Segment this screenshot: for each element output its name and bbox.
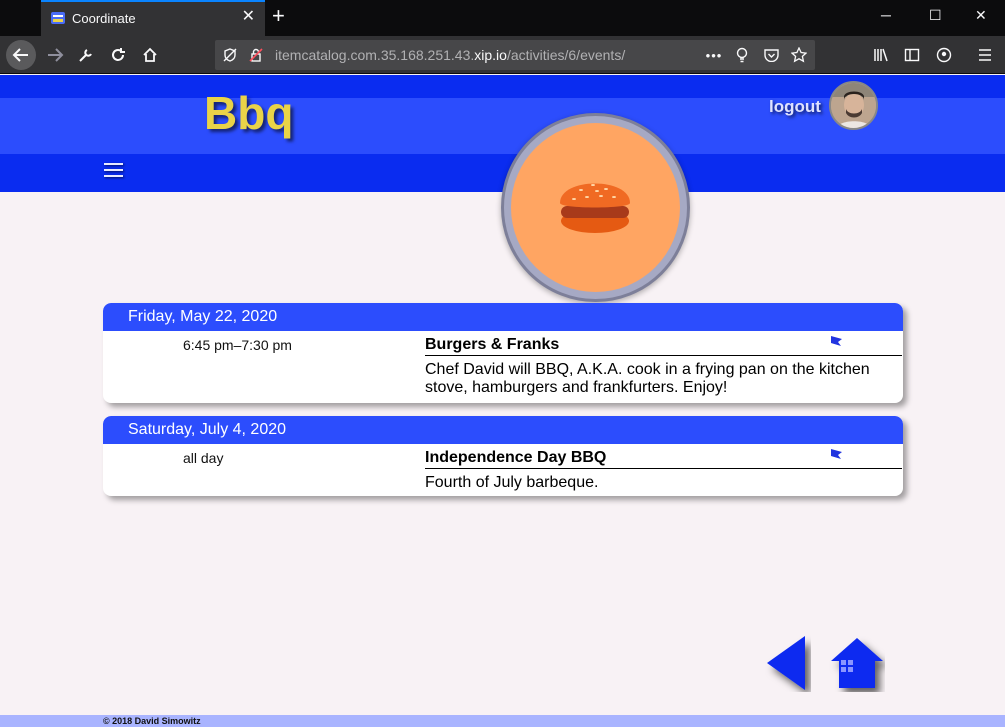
hamburger-menu-icon bbox=[979, 49, 991, 61]
pocket-icon[interactable] bbox=[762, 46, 780, 64]
reload-icon bbox=[112, 48, 125, 61]
page-title: Bbq bbox=[204, 87, 294, 139]
library-icon bbox=[874, 48, 888, 62]
url-text[interactable]: itemcatalog.com.35.168.251.43.xip.io/act… bbox=[275, 47, 625, 63]
reload-button[interactable] bbox=[103, 40, 133, 70]
logout-link[interactable]: logout bbox=[769, 97, 821, 117]
wrench-icon bbox=[79, 49, 92, 62]
new-tab-icon[interactable]: + bbox=[272, 5, 285, 27]
url-path: /activities/6/events/ bbox=[506, 47, 626, 63]
url-host: itemcatalog.com.35.168.251.43. bbox=[275, 47, 475, 63]
event-date: Saturday, July 4, 2020 bbox=[103, 416, 903, 444]
event-date: Friday, May 22, 2020 bbox=[103, 303, 903, 331]
url-domain: xip.io bbox=[474, 47, 507, 63]
user-photo-icon bbox=[831, 83, 876, 128]
activity-badge bbox=[501, 113, 690, 302]
browser-nav-bar: itemcatalog.com.35.168.251.43.xip.io/act… bbox=[0, 36, 1005, 74]
maximize-icon[interactable]: ☐ bbox=[929, 8, 942, 22]
event-card[interactable]: Friday, May 22, 2020 6:45 pm–7:30 pm Bur… bbox=[103, 303, 903, 403]
home-button[interactable] bbox=[135, 40, 165, 70]
favicon-icon bbox=[51, 12, 65, 24]
browser-home-icon bbox=[143, 47, 157, 62]
tab-title: Coordinate bbox=[72, 11, 136, 26]
browser-back-button[interactable] bbox=[6, 40, 36, 70]
tracking-protection-icon[interactable] bbox=[221, 46, 239, 64]
minimize-icon[interactable]: ─ bbox=[881, 8, 891, 22]
account-button[interactable] bbox=[929, 40, 959, 70]
hamburger-icon bbox=[560, 183, 630, 233]
back-arrow-icon[interactable] bbox=[765, 634, 811, 692]
lightbulb-icon[interactable] bbox=[733, 46, 751, 64]
page-actions-icon[interactable]: ••• bbox=[705, 46, 723, 64]
bookmark-star-icon[interactable] bbox=[790, 46, 808, 64]
flag-icon[interactable] bbox=[830, 448, 843, 460]
app-menu-button[interactable] bbox=[970, 40, 1000, 70]
flag-icon[interactable] bbox=[830, 335, 843, 347]
browser-tab-bar: Coordinate ✕ + ─ ☐ ✕ bbox=[0, 0, 1005, 36]
sidebar-icon bbox=[904, 48, 920, 62]
event-card[interactable]: Saturday, July 4, 2020 all day Independe… bbox=[103, 416, 903, 496]
footer-copyright: © 2018 David Simowitz bbox=[103, 716, 201, 726]
sidebar-button[interactable] bbox=[897, 40, 927, 70]
activity-badge-fill bbox=[511, 123, 680, 292]
home-icon[interactable] bbox=[829, 636, 885, 692]
library-button[interactable] bbox=[866, 40, 896, 70]
back-icon bbox=[12, 48, 28, 62]
insecure-lock-icon[interactable] bbox=[247, 46, 265, 64]
browser-tab[interactable]: Coordinate ✕ bbox=[41, 0, 265, 36]
event-description: Fourth of July barbeque. bbox=[425, 474, 599, 491]
event-description: Chef David will BBQ, A.K.A. cook in a fr… bbox=[425, 361, 870, 396]
avatar[interactable] bbox=[829, 81, 878, 130]
event-time: 6:45 pm–7:30 pm bbox=[183, 337, 292, 353]
browser-forward-button[interactable] bbox=[40, 40, 70, 70]
window-close-icon[interactable]: ✕ bbox=[975, 8, 987, 22]
menu-icon[interactable] bbox=[104, 162, 124, 179]
event-time: all day bbox=[183, 450, 224, 466]
tools-button[interactable] bbox=[71, 40, 101, 70]
tab-close-icon[interactable]: ✕ bbox=[242, 9, 255, 25]
forward-icon bbox=[48, 48, 64, 62]
url-bar[interactable]: itemcatalog.com.35.168.251.43.xip.io/act… bbox=[215, 40, 815, 70]
account-icon bbox=[936, 47, 952, 63]
